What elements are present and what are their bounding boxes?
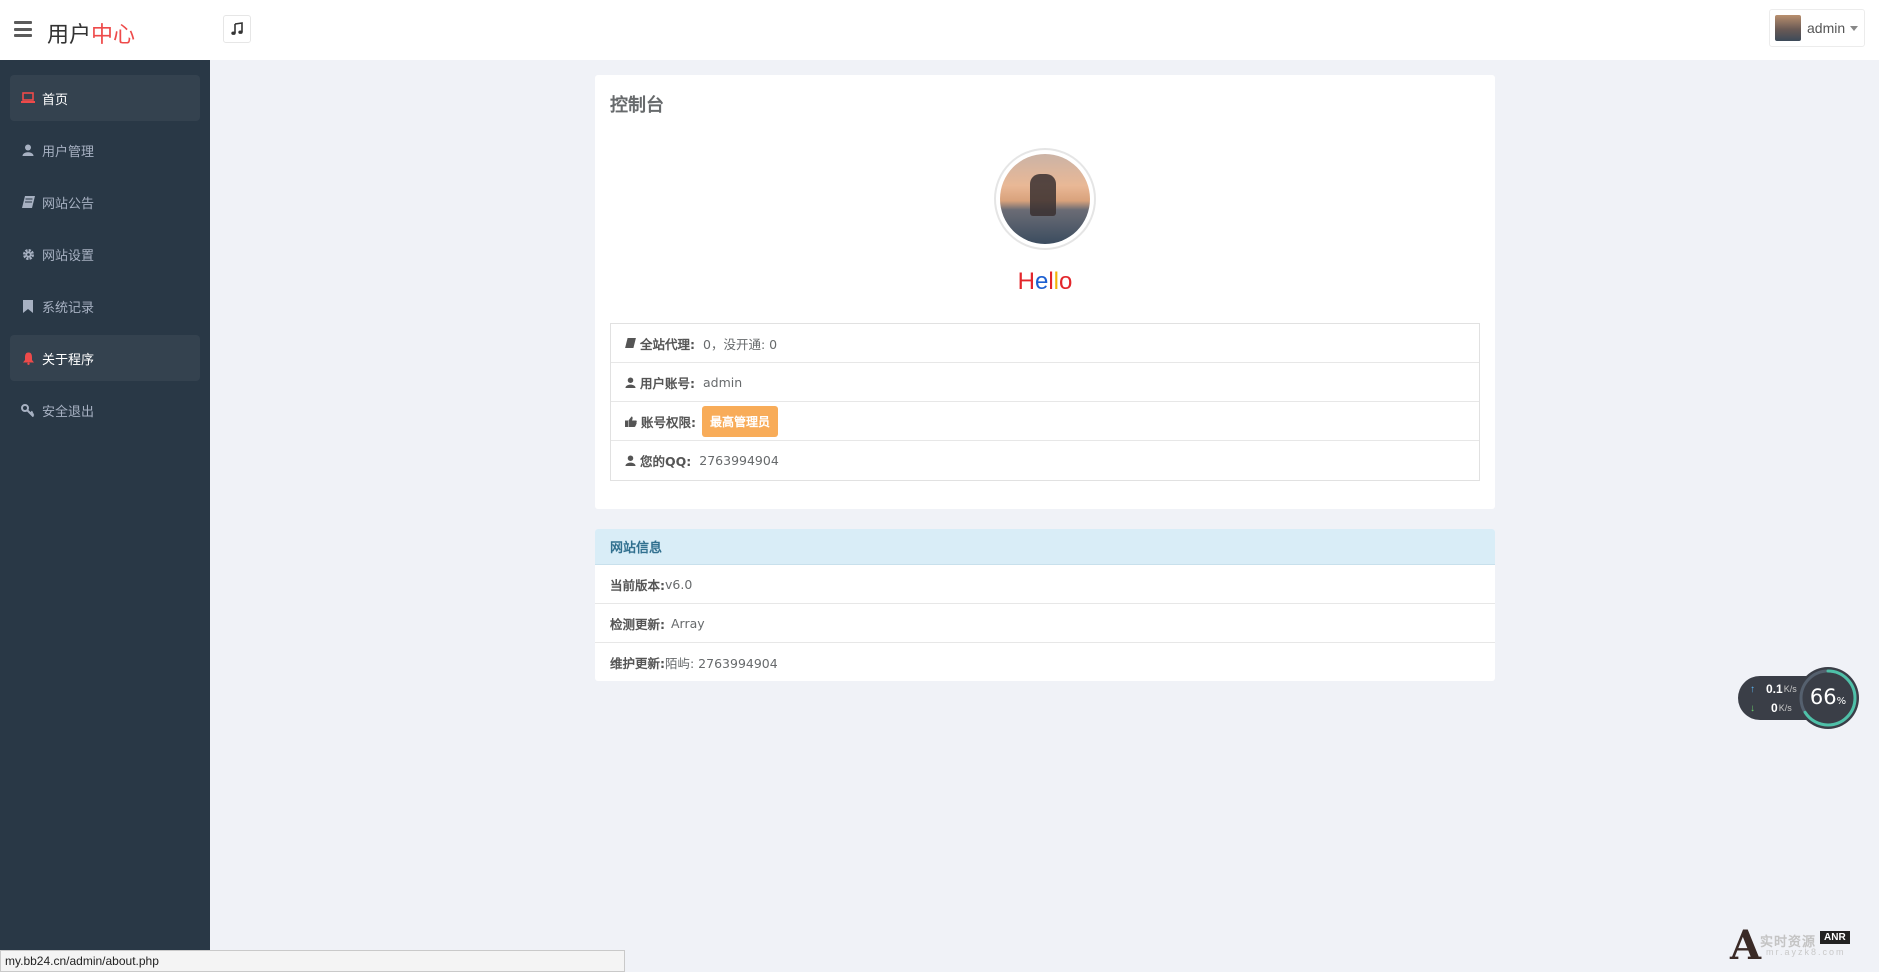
usage-percent: 66% — [1809, 685, 1847, 709]
watermark-badge: ANR — [1820, 931, 1850, 944]
site-info-panel: 网站信息 当前版本: v6.0 检测更新: Array 维护更新: 陌屿: 27… — [595, 529, 1495, 681]
info-label: 您的QQ: — [640, 454, 692, 469]
download-value: 0 — [1771, 701, 1778, 715]
download-unit: K/s — [1778, 703, 1792, 713]
memory-usage-ring[interactable]: 66% — [1797, 667, 1859, 729]
site-info-value: Array — [671, 615, 705, 631]
download-speed: ↓ 0 K/s — [1750, 701, 1792, 715]
site-info-value: 陌屿: 2763994904 — [665, 656, 778, 671]
info-row-qq: 您的QQ: 2763994904 — [611, 441, 1479, 480]
gear-icon — [20, 247, 36, 261]
sidebar-item-logout[interactable]: 安全退出 — [10, 387, 200, 433]
user-icon — [625, 455, 636, 466]
sidebar-item-label: 网站公告 — [42, 195, 95, 211]
account-info-table: 全站代理: 0，没开通: 0 用户账号: admin 账号权限: 最高管理员 您… — [610, 323, 1480, 481]
caret-down-icon — [1850, 25, 1859, 31]
watermark-logo: A 实时资源 ANR mr.ayzk8.com — [1730, 922, 1860, 969]
sidebar-item-about[interactable]: 关于程序 — [10, 335, 200, 381]
sidebar-item-label: 用户管理 — [42, 143, 95, 159]
info-value: 0，没开通: 0 — [703, 336, 778, 352]
info-value: 2763994904 — [699, 453, 779, 468]
sidebar-item-label: 系统记录 — [42, 299, 95, 315]
sidebar-item-home[interactable]: 首页 — [10, 75, 200, 121]
hello-greeting: Hello — [595, 268, 1495, 296]
hello-letter: e — [1034, 268, 1049, 295]
hello-letter: o — [1059, 268, 1073, 295]
sidebar-item-label: 网站设置 — [42, 247, 95, 263]
music-button[interactable] — [223, 15, 251, 43]
info-label: 全站代理: — [640, 336, 695, 352]
username-label: admin — [1807, 20, 1846, 36]
avatar — [1775, 15, 1801, 41]
book-icon — [625, 338, 636, 348]
arrow-up-icon: ↑ — [1750, 683, 1755, 695]
thumbs-up-icon — [625, 416, 637, 427]
site-info-row: 维护更新: 陌屿: 2763994904 — [595, 643, 1495, 681]
bookmark-icon — [20, 299, 36, 313]
role-badge: 最高管理员 — [702, 405, 779, 437]
sidebar: 首页 用户管理 网站公告 网站设置 系统记录 关于程序 安全退出 — [0, 60, 210, 972]
sidebar-item-users[interactable]: 用户管理 — [10, 127, 200, 173]
key-icon — [20, 403, 36, 417]
upload-unit: K/s — [1783, 684, 1797, 694]
site-info-row: 当前版本: v6.0 — [595, 565, 1495, 604]
menu-toggle-icon[interactable] — [14, 21, 32, 37]
watermark-letter: A — [1730, 922, 1762, 969]
music-note-icon — [231, 22, 243, 35]
site-info-value: v6.0 — [665, 576, 693, 592]
site-info-label: 维护更新: — [610, 656, 665, 671]
status-bar-url: my.bb24.cn/admin/about.php — [0, 950, 625, 972]
info-row-agents: 全站代理: 0，没开通: 0 — [611, 324, 1479, 363]
profile-photo — [1000, 154, 1090, 244]
dashboard-card: 控制台 Hello 全站代理: 0，没开通: 0 用户账号: admin 账号权… — [595, 75, 1495, 509]
info-row-account: 用户账号: admin — [611, 363, 1479, 402]
hello-letter: H — [1017, 268, 1035, 295]
bell-icon — [20, 351, 36, 365]
profile-avatar — [996, 150, 1094, 248]
top-navbar: 用户中心 admin — [0, 0, 1879, 60]
info-value: admin — [703, 374, 743, 390]
page-title: 控制台 — [610, 95, 664, 116]
sidebar-item-label: 关于程序 — [42, 351, 95, 367]
site-info-row: 检测更新: Array — [595, 604, 1495, 643]
info-label: 用户账号: — [640, 375, 695, 391]
sidebar-item-settings[interactable]: 网站设置 — [10, 231, 200, 277]
upload-value: 0.1 — [1766, 682, 1783, 696]
brand-title: 用户中心 — [47, 17, 135, 49]
info-label: 账号权限: — [641, 414, 696, 430]
upload-speed: ↑ 0.1 K/s — [1750, 682, 1797, 696]
sidebar-item-label: 首页 — [42, 91, 69, 107]
brand-accent-text: 中心 — [91, 23, 136, 48]
arrow-down-icon: ↓ — [1750, 702, 1755, 714]
laptop-icon — [20, 91, 36, 105]
user-dropdown[interactable]: admin — [1769, 9, 1865, 47]
brand-text: 用户 — [47, 23, 92, 48]
watermark-url: mr.ayzk8.com — [1766, 947, 1846, 957]
user-icon — [625, 376, 636, 388]
panel-title: 网站信息 — [595, 529, 1495, 565]
sidebar-item-logs[interactable]: 系统记录 — [10, 283, 200, 329]
site-info-label: 当前版本: — [610, 577, 665, 593]
sidebar-item-announcements[interactable]: 网站公告 — [10, 179, 200, 225]
sidebar-item-label: 安全退出 — [42, 403, 95, 419]
book-icon — [20, 195, 36, 209]
user-icon — [20, 143, 36, 157]
info-row-role: 账号权限: 最高管理员 — [611, 402, 1479, 441]
site-info-label: 检测更新: — [610, 616, 665, 632]
